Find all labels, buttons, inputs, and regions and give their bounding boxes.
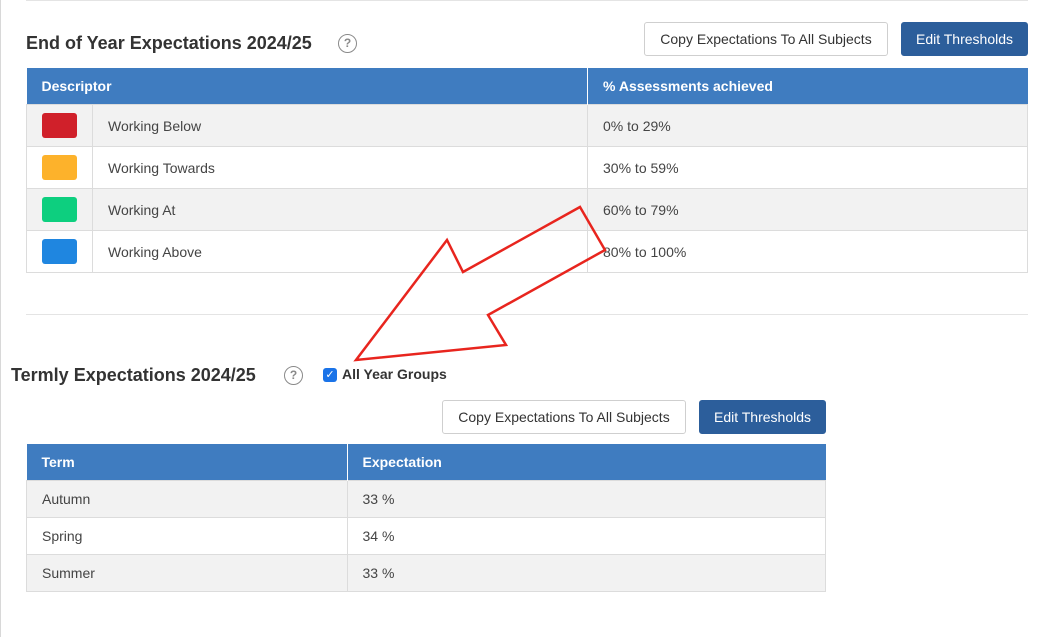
annotation-arrow-icon [353, 205, 607, 362]
